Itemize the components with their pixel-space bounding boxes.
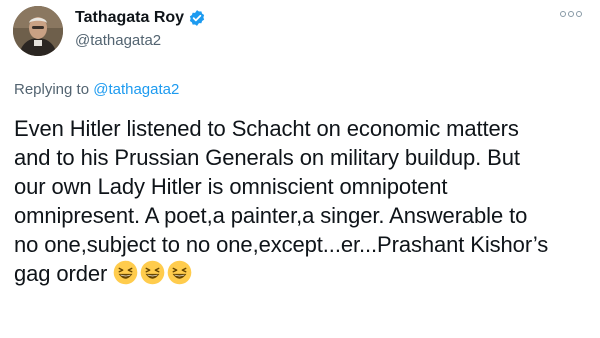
avatar[interactable] — [13, 6, 63, 56]
laughing-face-icon — [113, 260, 138, 285]
tweet-text: Even Hitler listened to Schacht on econo… — [14, 114, 589, 288]
tweet-text-line: Even Hitler listened to Schacht on econo… — [14, 116, 519, 141]
author-display-name[interactable]: Tathagata Roy — [75, 9, 184, 27]
laughing-face-icon — [140, 260, 165, 285]
replying-prefix: Replying to — [14, 81, 94, 98]
more-options-icon[interactable] — [560, 11, 582, 17]
tweet-text-last-line: gag order — [14, 259, 589, 288]
verified-badge-icon — [188, 9, 206, 27]
replying-to-mention-link[interactable]: @tathagata2 — [93, 81, 179, 98]
tweet-text-line: our own Lady Hitler is omniscient omnipo… — [14, 174, 448, 199]
dot — [560, 11, 566, 17]
replying-to: Replying to @tathagata2 — [14, 81, 179, 98]
avatar-image — [13, 6, 63, 56]
dot — [568, 11, 574, 17]
dot — [576, 11, 582, 17]
tweet-text-line: no one,subject to no one,except...er...P… — [14, 232, 549, 257]
author-name-row: Tathagata Roy — [75, 9, 206, 27]
tweet-text-line: gag order — [14, 261, 108, 286]
tweet-text-line: omnipresent. A poet,a painter,a singer. … — [14, 203, 528, 228]
author-handle[interactable]: @tathagata2 — [75, 32, 161, 49]
tweet-text-line: and to his Prussian Generals on military… — [14, 145, 520, 170]
emoji-row — [113, 260, 192, 285]
laughing-face-icon — [167, 260, 192, 285]
